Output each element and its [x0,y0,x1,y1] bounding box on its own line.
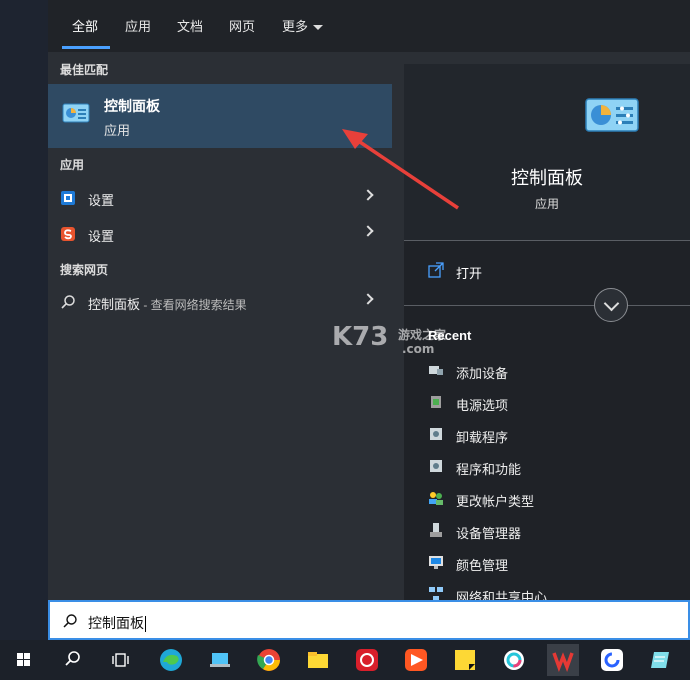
section-apps: 应用 [60,158,85,172]
search-query: 控制面板 [88,613,146,633]
section-best-match: 最佳匹配 [60,63,109,77]
recent-item-add-device[interactable]: 添加设备 [404,356,690,384]
power-options-icon [431,396,441,408]
web-search-suffix: - 查看网络搜索结果 [140,298,247,312]
search-icon [61,295,75,309]
baidu-netdisk-icon[interactable] [596,644,628,676]
expand-collapse-button[interactable] [594,288,628,322]
tab-more-label: 更多 [282,19,309,34]
search-value: 控制面板 [88,615,144,631]
settings-app-icon [61,191,75,205]
tab-all[interactable]: 全部 [72,16,98,35]
active-tab-indicator [62,46,110,49]
recent-item-label: 设备管理器 [456,526,522,541]
loop-app-icon[interactable] [498,644,530,676]
search-icon[interactable] [56,644,88,676]
control-panel-icon [62,103,90,123]
recent-item-programs-features[interactable]: 程序和功能 [404,452,690,480]
watermark-logo: K73 游戏之家 .com [332,322,446,356]
annotation-arrow [342,129,459,210]
tab-documents[interactable]: 文档 [177,16,203,35]
best-match-subtitle: 应用 [104,123,131,138]
app-item-label: 设置 [88,193,115,208]
windows-start-icon[interactable] [8,644,40,676]
taskbar [0,640,690,680]
edge-browser-icon[interactable] [155,644,187,676]
section-web-search: 搜索网页 [60,263,109,277]
open-external-icon [428,262,444,278]
chrome-browser-icon[interactable] [253,644,285,676]
search-tabs: 全部 应用 文档 网页 更多 [48,0,690,52]
color-management-icon [429,556,443,569]
recent-item-device-manager[interactable]: 设备管理器 [404,516,690,544]
this-pc-icon[interactable] [204,644,236,676]
tab-web[interactable]: 网页 [229,16,255,35]
start-search-panel: 全部 应用 文档 网页 更多 最佳匹配 控制面板 应用 应用 设置 设置 搜索网… [48,0,690,640]
desktop-background [0,0,48,640]
tab-apps[interactable]: 应用 [125,16,151,35]
text-caret [145,616,146,633]
recent-item-label: 颜色管理 [456,558,509,573]
add-device-icon [429,366,443,375]
recent-item-uninstall[interactable]: 卸载程序 [404,420,690,448]
watermark-domain: .com [402,342,435,356]
programs-icon [430,428,442,440]
wps-office-icon[interactable] [547,644,579,676]
netease-music-icon[interactable] [351,644,383,676]
video-player-icon[interactable] [400,644,432,676]
sogou-settings-icon [61,227,75,241]
search-icon [63,614,77,628]
web-search-item[interactable]: 控制面板 - 查看网络搜索结果 [48,285,392,319]
recent-item-label: 更改帐户类型 [456,494,535,509]
control-panel-large-icon [585,98,639,132]
watermark-tagline: 游戏之家 [398,328,447,342]
web-search-label: 控制面板 - 查看网络搜索结果 [88,294,247,313]
best-match-title: 控制面板 [104,98,160,114]
open-button[interactable]: 打开 [404,252,690,288]
recent-item-label: 添加设备 [456,366,509,381]
divider [404,305,690,306]
recent-item-power-options[interactable]: 电源选项 [404,388,690,416]
chevron-right-icon [362,225,374,237]
task-view-icon[interactable] [104,644,136,676]
app-item-settings-2[interactable]: 设置 [48,217,392,251]
programs-icon [430,460,442,472]
device-manager-icon [430,523,442,537]
recent-item-label: 电源选项 [456,398,509,413]
recent-item-label: 程序和功能 [456,462,522,477]
notepad-icon[interactable] [645,644,677,676]
chevron-right-icon [362,293,374,305]
web-search-query: 控制面板 [88,297,141,312]
sticky-notes-icon[interactable] [449,644,481,676]
chevron-down-icon [313,25,324,31]
recent-item-account-type[interactable]: 更改帐户类型 [404,484,690,512]
watermark-brand: K73 [332,322,389,352]
open-label: 打开 [456,266,483,281]
users-icon [429,492,443,505]
recent-item-label: 卸载程序 [456,430,509,445]
recent-item-color-management[interactable]: 颜色管理 [404,548,690,576]
search-input[interactable]: 控制面板 [48,600,690,640]
tab-more[interactable]: 更多 [282,16,324,35]
app-item-label: 设置 [88,229,115,244]
file-explorer-icon[interactable] [302,644,334,676]
divider [404,240,690,241]
